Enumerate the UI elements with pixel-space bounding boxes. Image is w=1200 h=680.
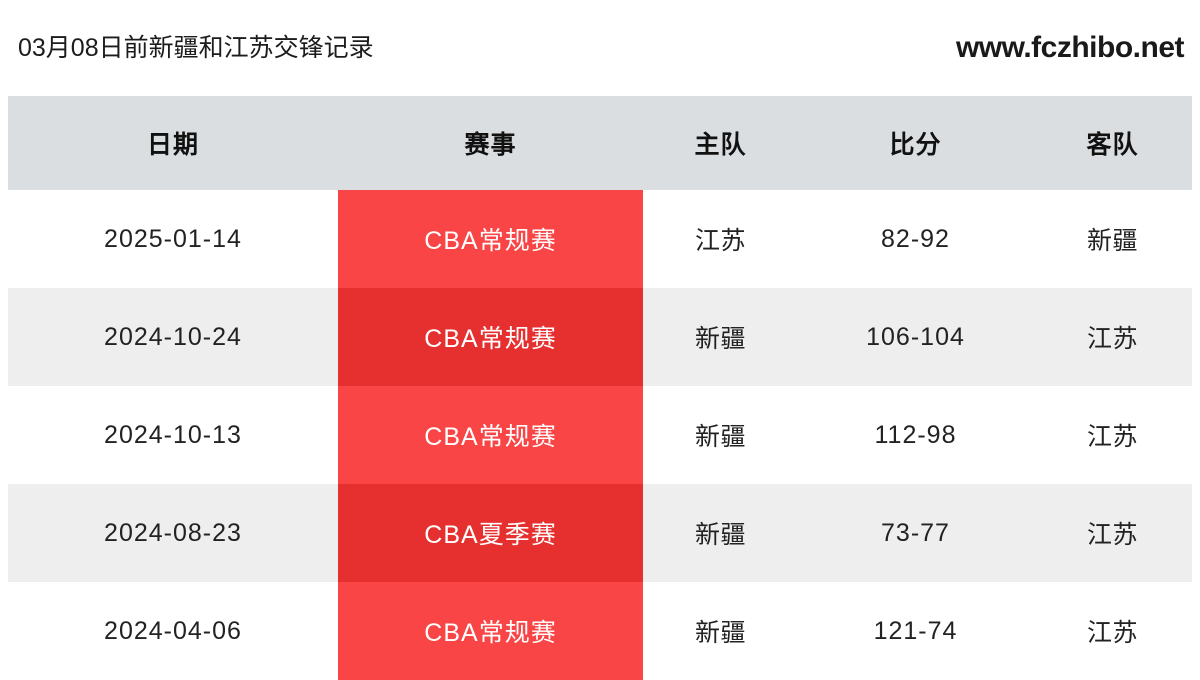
cell-away-team: 江苏 (1086, 521, 1138, 549)
cell-home-team: 新疆 (694, 423, 746, 451)
competition-badge: CBA常规赛 (338, 386, 643, 484)
column-header-home-team[interactable]: 主队 (643, 96, 798, 190)
cell-date: 2024-04-06 (104, 616, 242, 645)
table-row[interactable]: 2024-04-06 CBA常规赛 新疆 121-74 江苏 (8, 582, 1192, 680)
cell-away-team: 江苏 (1086, 325, 1138, 353)
cell-date: 2024-10-24 (104, 322, 242, 351)
competition-badge: CBA常规赛 (338, 288, 643, 386)
competition-badge: CBA夏季赛 (338, 484, 643, 582)
column-header-date[interactable]: 日期 (8, 96, 338, 190)
cell-date: 2024-08-23 (104, 518, 242, 547)
table-body: 2025-01-14 CBA常规赛 江苏 82-92 新疆 2024-10-24… (8, 190, 1192, 680)
cell-home-team: 新疆 (694, 325, 746, 353)
table-header-row: 日期 赛事 主队 比分 客队 (8, 96, 1192, 190)
page-title: 03月08日前新疆和江苏交锋记录 (18, 33, 374, 62)
cell-score: 106-104 (866, 322, 965, 351)
table-row[interactable]: 2025-01-14 CBA常规赛 江苏 82-92 新疆 (8, 190, 1192, 288)
cell-competition[interactable]: CBA常规赛 (338, 386, 643, 484)
cell-away-team: 江苏 (1086, 619, 1138, 647)
column-header-away-team[interactable]: 客队 (1033, 96, 1192, 190)
cell-away-team: 江苏 (1086, 423, 1138, 451)
competition-badge: CBA常规赛 (338, 582, 643, 680)
table-header: 日期 赛事 主队 比分 客队 (8, 96, 1192, 190)
matchup-table-container: 日期 赛事 主队 比分 客队 2025-01-14 CBA常规赛 江苏 82-9… (8, 96, 1192, 680)
cell-score: 112-98 (874, 420, 957, 449)
cell-away-team: 新疆 (1086, 227, 1138, 255)
page-root: 03月08日前新疆和江苏交锋记录 www.fczhibo.net 日期 赛事 主… (0, 0, 1200, 680)
cell-date: 2025-01-14 (104, 224, 242, 253)
head-to-head-table: 日期 赛事 主队 比分 客队 2025-01-14 CBA常规赛 江苏 82-9… (8, 96, 1192, 680)
site-watermark: www.fczhibo.net (955, 31, 1185, 64)
title-bar: 03月08日前新疆和江苏交锋记录 www.fczhibo.net (0, 0, 1200, 96)
cell-home-team: 新疆 (694, 521, 746, 549)
cell-home-team: 江苏 (694, 227, 746, 255)
cell-score: 73-77 (881, 518, 950, 547)
column-header-competition[interactable]: 赛事 (338, 96, 643, 190)
column-header-score[interactable]: 比分 (798, 96, 1033, 190)
cell-competition[interactable]: CBA常规赛 (338, 582, 643, 680)
cell-score: 82-92 (881, 224, 950, 253)
cell-score: 121-74 (873, 616, 958, 645)
table-row[interactable]: 2024-10-13 CBA常规赛 新疆 112-98 江苏 (8, 386, 1192, 484)
cell-competition[interactable]: CBA夏季赛 (338, 484, 643, 582)
cell-competition[interactable]: CBA常规赛 (338, 288, 643, 386)
competition-badge: CBA常规赛 (338, 190, 643, 288)
table-row[interactable]: 2024-08-23 CBA夏季赛 新疆 73-77 江苏 (8, 484, 1192, 582)
cell-competition[interactable]: CBA常规赛 (338, 190, 643, 288)
cell-date: 2024-10-13 (104, 420, 242, 449)
table-row[interactable]: 2024-10-24 CBA常规赛 新疆 106-104 江苏 (8, 288, 1192, 386)
cell-home-team: 新疆 (694, 619, 746, 647)
